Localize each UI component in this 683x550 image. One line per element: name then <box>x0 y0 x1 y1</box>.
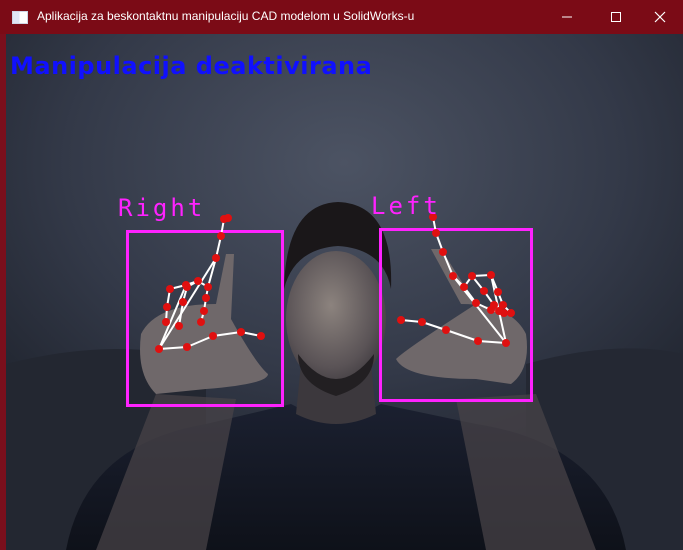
right-hand-landmark-11 <box>200 307 208 315</box>
right-hand-landmark-0 <box>155 345 163 353</box>
right-hand-landmark-15 <box>179 298 187 306</box>
right-hand-landmark-19 <box>163 303 171 311</box>
right-hand-landmark-4 <box>257 332 265 340</box>
maximize-icon <box>611 12 621 22</box>
left-hand-landmark-19 <box>499 301 507 309</box>
manipulation-status: Manipulacija deaktivirana <box>10 52 373 80</box>
left-hand-landmark-13 <box>468 272 476 280</box>
maximize-button[interactable] <box>593 0 639 34</box>
left-hand-landmark-5 <box>449 272 457 280</box>
left-hand-landmark-17 <box>487 271 495 279</box>
right-hand-landmark-16 <box>175 322 183 330</box>
left-hand-landmark-7 <box>432 229 440 237</box>
right-hand-landmark-10 <box>202 294 210 302</box>
close-icon <box>654 11 666 23</box>
left-hand-label: Left <box>371 192 441 220</box>
left-hand-landmark-6 <box>439 248 447 256</box>
left-hand-landmark-4 <box>397 316 405 324</box>
right-hand-landmark-3 <box>237 328 245 336</box>
left-hand-landmark-0 <box>502 339 510 347</box>
webcam-scene <box>6 34 683 550</box>
left-hand-landmark-18 <box>494 288 502 296</box>
right-hand-landmark-18 <box>166 285 174 293</box>
right-hand-landmark-12 <box>197 318 205 326</box>
right-hand-landmark-2 <box>209 332 217 340</box>
app-window: Aplikacija za beskontaktnu manipulaciju … <box>0 0 683 550</box>
window-title: Aplikacija za beskontaktnu manipulaciju … <box>37 9 415 23</box>
right-hand-landmark-6 <box>217 232 225 240</box>
left-hand-landmark-3 <box>418 318 426 326</box>
minimize-icon <box>562 16 572 18</box>
left-hand-landmark-14 <box>480 287 488 295</box>
left-hand-landmark-2 <box>442 326 450 334</box>
title-bar[interactable]: Aplikacija za beskontaktnu manipulaciju … <box>0 0 683 34</box>
left-hand-landmark-20 <box>507 309 515 317</box>
right-hand-landmark-17 <box>182 281 190 289</box>
app-window-icon <box>12 11 28 24</box>
right-hand-landmark-8 <box>224 214 232 222</box>
right-hand-landmark-1 <box>183 343 191 351</box>
right-hand-landmark-13 <box>194 277 202 285</box>
right-hand-landmark-9 <box>204 283 212 291</box>
close-button[interactable] <box>637 0 683 34</box>
right-hand-landmark-20 <box>162 318 170 326</box>
camera-feed: Manipulacija deaktivirana Right Left <box>6 34 683 550</box>
left-hand-landmark-10 <box>472 299 480 307</box>
left-hand-landmark-1 <box>474 337 482 345</box>
minimize-button[interactable] <box>544 0 590 34</box>
right-hand-label: Right <box>118 194 206 222</box>
right-hand-landmark-5 <box>212 254 220 262</box>
left-hand-landmark-9 <box>460 283 468 291</box>
